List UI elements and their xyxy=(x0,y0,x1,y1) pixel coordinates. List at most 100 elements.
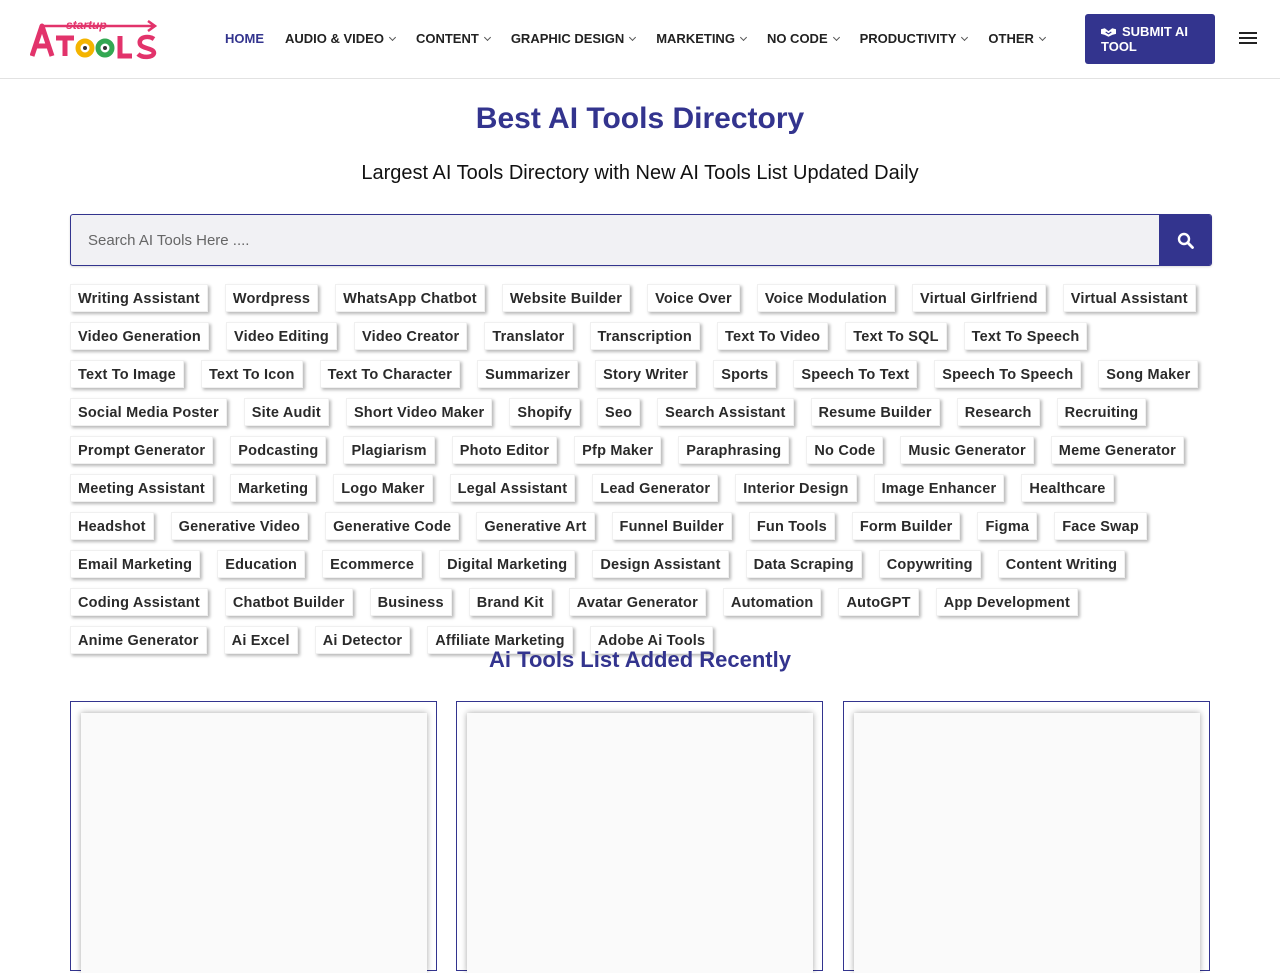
tag-healthcare[interactable]: Healthcare xyxy=(1021,474,1114,502)
submit-ai-tool-button[interactable]: SUBMIT AI TOOL xyxy=(1085,14,1215,64)
tag-short-video-maker[interactable]: Short Video Maker xyxy=(345,398,493,426)
tag-app-development[interactable]: App Development xyxy=(935,588,1078,616)
nav-item-other[interactable]: OTHER xyxy=(988,31,1046,46)
nav-item-no-code[interactable]: NO CODE xyxy=(766,31,840,46)
tag-face-swap[interactable]: Face Swap xyxy=(1054,512,1147,540)
tool-card[interactable] xyxy=(70,701,437,973)
tag-text-to-icon[interactable]: Text To Icon xyxy=(200,360,303,388)
tag-chatbot-builder[interactable]: Chatbot Builder xyxy=(224,588,353,616)
tag-translator[interactable]: Translator xyxy=(484,322,573,350)
tag-legal-assistant[interactable]: Legal Assistant xyxy=(449,474,576,502)
tag-image-enhancer[interactable]: Image Enhancer xyxy=(873,474,1005,502)
tag-autogpt[interactable]: AutoGPT xyxy=(838,588,919,616)
tool-card[interactable] xyxy=(843,701,1210,973)
tag-research[interactable]: Research xyxy=(956,398,1040,426)
tool-card-image xyxy=(81,713,427,973)
tag-copywriting[interactable]: Copywriting xyxy=(878,550,981,578)
tag-no-code[interactable]: No Code xyxy=(806,436,884,464)
nav-item-label: NO CODE xyxy=(766,31,828,46)
tag-song-maker[interactable]: Song Maker xyxy=(1098,360,1199,388)
tag-headshot[interactable]: Headshot xyxy=(70,512,154,540)
tag-video-creator[interactable]: Video Creator xyxy=(353,322,468,350)
tag-social-media-poster[interactable]: Social Media Poster xyxy=(70,398,227,426)
tag-seo[interactable]: Seo xyxy=(596,398,641,426)
tag-marketing[interactable]: Marketing xyxy=(229,474,317,502)
tag-pfp-maker[interactable]: Pfp Maker xyxy=(574,436,662,464)
tag-avatar-generator[interactable]: Avatar Generator xyxy=(568,588,706,616)
tag-plagiarism[interactable]: Plagiarism xyxy=(343,436,435,464)
tool-card-image xyxy=(854,713,1200,973)
tag-generative-art[interactable]: Generative Art xyxy=(476,512,595,540)
tag-story-writer[interactable]: Story Writer xyxy=(595,360,697,388)
nav-item-home[interactable]: HOME xyxy=(225,31,264,46)
search-input[interactable] xyxy=(71,215,1161,265)
tag-interior-design[interactable]: Interior Design xyxy=(735,474,857,502)
tool-card[interactable] xyxy=(456,701,823,973)
tag-text-to-character[interactable]: Text To Character xyxy=(319,360,461,388)
tag-whatsapp-chatbot[interactable]: WhatsApp Chatbot xyxy=(335,284,485,312)
tag-podcasting[interactable]: Podcasting xyxy=(230,436,327,464)
tag-funnel-builder[interactable]: Funnel Builder xyxy=(611,512,732,540)
tag-email-marketing[interactable]: Email Marketing xyxy=(70,550,201,578)
chevron-down-icon xyxy=(629,33,637,41)
hamburger-menu-icon[interactable] xyxy=(1239,32,1259,46)
tag-site-audit[interactable]: Site Audit xyxy=(243,398,329,426)
tag-generative-code[interactable]: Generative Code xyxy=(325,512,460,540)
tag-prompt-generator[interactable]: Prompt Generator xyxy=(70,436,214,464)
tag-digital-marketing[interactable]: Digital Marketing xyxy=(439,550,576,578)
tag-resume-builder[interactable]: Resume Builder xyxy=(810,398,940,426)
tag-fun-tools[interactable]: Fun Tools xyxy=(748,512,835,540)
tag-website-builder[interactable]: Website Builder xyxy=(501,284,631,312)
tag-music-generator[interactable]: Music Generator xyxy=(900,436,1034,464)
tag-education[interactable]: Education xyxy=(217,550,306,578)
nav-item-graphic-design[interactable]: GRAPHIC DESIGN xyxy=(511,31,637,46)
tag-meme-generator[interactable]: Meme Generator xyxy=(1050,436,1185,464)
tag-content-writing[interactable]: Content Writing xyxy=(997,550,1126,578)
tag-text-to-sql[interactable]: Text To SQL xyxy=(845,322,947,350)
tag-writing-assistant[interactable]: Writing Assistant xyxy=(70,284,208,312)
tag-recruiting[interactable]: Recruiting xyxy=(1056,398,1147,426)
tag-summarizer[interactable]: Summarizer xyxy=(477,360,579,388)
nav-item-label: OTHER xyxy=(988,31,1034,46)
tag-wordpress[interactable]: Wordpress xyxy=(224,284,319,312)
tag-voice-over[interactable]: Voice Over xyxy=(647,284,740,312)
nav-item-audio-video[interactable]: AUDIO & VIDEO xyxy=(285,31,397,46)
nav-item-productivity[interactable]: PRODUCTIVITY xyxy=(860,31,969,46)
tag-logo-maker[interactable]: Logo Maker xyxy=(333,474,433,502)
tag-ecommerce[interactable]: Ecommerce xyxy=(322,550,423,578)
nav-item-content[interactable]: CONTENT xyxy=(416,31,491,46)
site-header: startup HOME AUDIO & VIDEO CONTENT GRAPHIC … xyxy=(0,0,1280,79)
tag-speech-to-speech[interactable]: Speech To Speech xyxy=(934,360,1082,388)
nav-item-marketing[interactable]: MARKETING xyxy=(656,31,747,46)
tag-photo-editor[interactable]: Photo Editor xyxy=(451,436,558,464)
tag-text-to-video[interactable]: Text To Video xyxy=(716,322,829,350)
tag-generative-video[interactable]: Generative Video xyxy=(170,512,309,540)
tag-brand-kit[interactable]: Brand Kit xyxy=(468,588,552,616)
tag-speech-to-text[interactable]: Speech To Text xyxy=(793,360,918,388)
tag-sports[interactable]: Sports xyxy=(713,360,777,388)
tag-video-editing[interactable]: Video Editing xyxy=(226,322,337,350)
tag-coding-assistant[interactable]: Coding Assistant xyxy=(70,588,208,616)
tag-figma[interactable]: Figma xyxy=(977,512,1038,540)
tag-business[interactable]: Business xyxy=(369,588,452,616)
handshake-icon xyxy=(1101,28,1116,37)
tag-voice-modulation[interactable]: Voice Modulation xyxy=(756,284,895,312)
site-logo[interactable]: startup xyxy=(30,18,160,60)
tag-virtual-girlfriend[interactable]: Virtual Girlfriend xyxy=(911,284,1046,312)
tag-transcription[interactable]: Transcription xyxy=(589,322,700,350)
tag-search-assistant[interactable]: Search Assistant xyxy=(657,398,794,426)
tag-form-builder[interactable]: Form Builder xyxy=(851,512,961,540)
tag-text-to-speech[interactable]: Text To Speech xyxy=(963,322,1088,350)
chevron-down-icon xyxy=(483,33,491,41)
tag-lead-generator[interactable]: Lead Generator xyxy=(592,474,719,502)
tag-paraphrasing[interactable]: Paraphrasing xyxy=(678,436,790,464)
tag-data-scraping[interactable]: Data Scraping xyxy=(745,550,862,578)
tag-text-to-image[interactable]: Text To Image xyxy=(70,360,184,388)
tag-meeting-assistant[interactable]: Meeting Assistant xyxy=(70,474,213,502)
tag-virtual-assistant[interactable]: Virtual Assistant xyxy=(1062,284,1196,312)
search-button[interactable] xyxy=(1159,215,1211,265)
tag-automation[interactable]: Automation xyxy=(722,588,822,616)
tag-video-generation[interactable]: Video Generation xyxy=(70,322,209,350)
tag-shopify[interactable]: Shopify xyxy=(509,398,580,426)
tag-design-assistant[interactable]: Design Assistant xyxy=(592,550,729,578)
